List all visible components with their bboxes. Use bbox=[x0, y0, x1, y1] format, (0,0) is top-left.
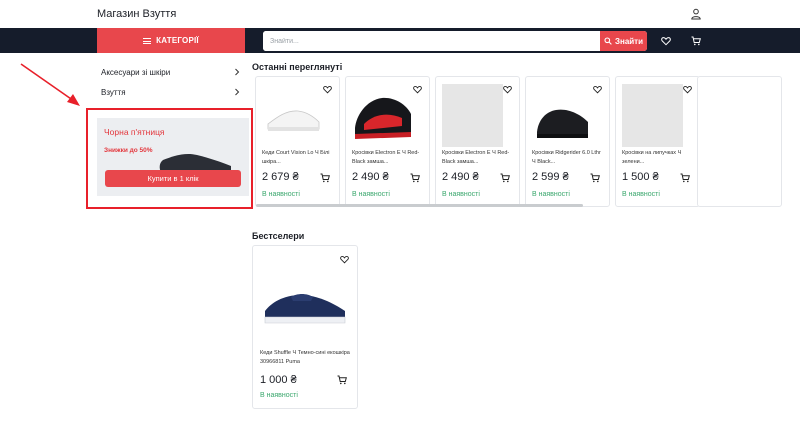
buy-one-click-button[interactable]: Купити в 1 клік bbox=[105, 170, 241, 187]
cart-icon[interactable] bbox=[590, 173, 600, 183]
cart-icon[interactable] bbox=[320, 173, 330, 183]
promo-title: Чорна п'ятниця bbox=[104, 127, 165, 137]
search-button[interactable]: Знайти bbox=[600, 31, 647, 51]
stock-status: В наявності bbox=[442, 191, 480, 198]
stock-status: В наявності bbox=[352, 191, 390, 198]
sidebar-item-leather-accessories[interactable]: Аксесуари зі шкіри bbox=[97, 62, 245, 82]
product-name[interactable]: Кеди Court Vision Lo Ч Білі шкіра... bbox=[262, 149, 335, 167]
promo-subtitle: Знижки до 50% bbox=[104, 147, 153, 154]
search-button-label: Знайти bbox=[614, 36, 644, 46]
recently-viewed-title: Останні переглянуті bbox=[252, 62, 343, 72]
heart-icon[interactable] bbox=[683, 85, 692, 94]
heart-icon[interactable] bbox=[413, 85, 422, 94]
product-name[interactable]: Кросівки Electron E Ч Red-Black замша... bbox=[352, 149, 425, 167]
search-icon bbox=[604, 37, 612, 45]
product-image-placeholder bbox=[622, 84, 683, 147]
product-card[interactable]: Кеди Shuffle Ч Темно-сині екошкіра 30966… bbox=[252, 245, 358, 409]
heart-icon[interactable] bbox=[503, 85, 512, 94]
search-box: Знайти bbox=[263, 31, 647, 51]
product-price: 2 599 ₴ bbox=[532, 171, 569, 183]
product-card[interactable]: Кеди Court Vision Lo Ч Білі шкіра... 2 6… bbox=[255, 76, 340, 207]
cart-icon[interactable] bbox=[691, 36, 701, 46]
product-price: 1 500 ₴ bbox=[622, 171, 659, 183]
promo-banner[interactable]: Чорна п'ятниця Знижки до 50% Купити в 1 … bbox=[97, 118, 249, 196]
stock-status: В наявності bbox=[622, 191, 660, 198]
stock-status: В наявності bbox=[260, 392, 298, 399]
chevron-right-icon bbox=[235, 88, 240, 96]
product-image-placeholder bbox=[442, 84, 503, 147]
store-logo[interactable]: Магазин Взуття bbox=[97, 8, 176, 20]
product-card-partial[interactable] bbox=[697, 76, 782, 207]
product-name[interactable]: Кросівки Electron E Ч Red-Black замша... bbox=[442, 149, 515, 167]
bestsellers-title: Бестселери bbox=[252, 231, 305, 241]
product-price: 2 490 ₴ bbox=[352, 171, 389, 183]
product-name[interactable]: Кеди Shuffle Ч Темно-сині екошкіра 30966… bbox=[260, 349, 352, 367]
main-navbar: КАТЕГОРІЇ Знайти bbox=[0, 28, 800, 53]
menu-icon bbox=[143, 37, 152, 44]
search-input[interactable] bbox=[263, 31, 599, 51]
product-price: 2 490 ₴ bbox=[442, 171, 479, 183]
product-card[interactable]: Кросівки Electron E Ч Red-Black замша...… bbox=[345, 76, 430, 207]
product-name[interactable]: Кросівки Ridgerider 6.0 Lthr Ч Black... bbox=[532, 149, 605, 167]
sidebar-item-shoes[interactable]: Взуття bbox=[97, 82, 245, 102]
product-card[interactable]: Кросівки Ridgerider 6.0 Lthr Ч Black... … bbox=[525, 76, 610, 207]
categories-label: КАТЕГОРІЇ bbox=[156, 36, 199, 45]
product-image bbox=[261, 281, 349, 331]
heart-icon[interactable] bbox=[323, 85, 332, 94]
product-price: 1 000 ₴ bbox=[260, 374, 297, 386]
product-image bbox=[262, 84, 323, 147]
heart-icon[interactable] bbox=[661, 36, 671, 46]
product-name[interactable]: Кросівки на липучках Ч зелени... bbox=[622, 149, 695, 167]
recently-viewed-carousel: Кеди Court Vision Lo Ч Білі шкіра... 2 6… bbox=[252, 76, 800, 210]
cart-icon[interactable] bbox=[500, 173, 510, 183]
chevron-right-icon bbox=[235, 68, 240, 76]
product-card[interactable]: Кросівки на липучках Ч зелени... 1 500 ₴… bbox=[615, 76, 700, 207]
cart-icon[interactable] bbox=[337, 375, 347, 385]
sidebar-item-label: Аксесуари зі шкіри bbox=[101, 67, 171, 77]
user-icon[interactable] bbox=[690, 8, 702, 20]
cart-icon[interactable] bbox=[410, 173, 420, 183]
heart-icon[interactable] bbox=[593, 85, 602, 94]
cart-icon[interactable] bbox=[680, 173, 690, 183]
stock-status: В наявності bbox=[262, 191, 300, 198]
top-bar: Магазин Взуття bbox=[0, 0, 800, 28]
product-price: 2 679 ₴ bbox=[262, 171, 299, 183]
sidebar-item-label: Взуття bbox=[101, 87, 126, 97]
stock-status: В наявності bbox=[532, 191, 570, 198]
category-menu: Аксесуари зі шкіри Взуття bbox=[97, 62, 245, 102]
product-card[interactable]: Кросівки Electron E Ч Red-Black замша...… bbox=[435, 76, 520, 207]
product-image bbox=[532, 84, 593, 147]
carousel-scrollbar[interactable] bbox=[256, 204, 583, 207]
heart-icon[interactable] bbox=[340, 255, 349, 264]
categories-button[interactable]: КАТЕГОРІЇ bbox=[97, 28, 245, 53]
product-image bbox=[352, 84, 413, 147]
